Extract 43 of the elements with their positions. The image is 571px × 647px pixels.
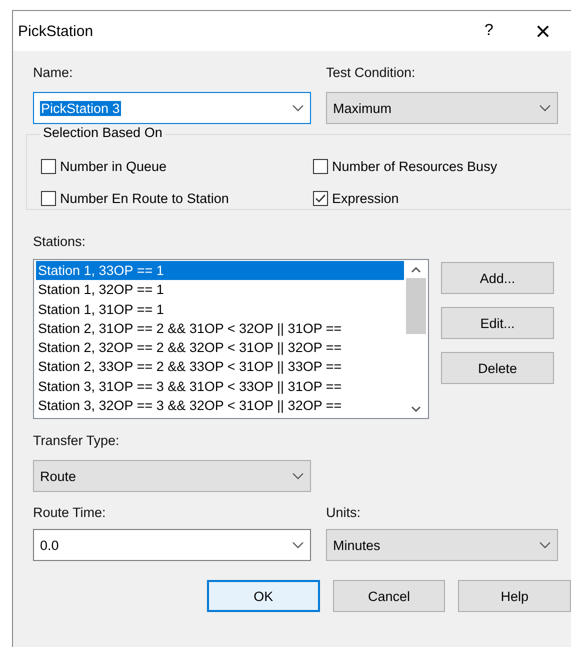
checkbox[interactable]: Expression (313, 187, 571, 209)
test-condition-dropdown[interactable]: Maximum (326, 92, 558, 124)
chevron-down-icon (292, 541, 304, 549)
scroll-up-icon[interactable] (411, 266, 421, 272)
checkbox[interactable]: Number En Route to Station (41, 187, 313, 209)
list-action-button[interactable]: Delete (441, 352, 554, 384)
field-label: Name: (33, 65, 74, 80)
dialog-button[interactable]: OK (207, 580, 320, 612)
chevron-down-icon (292, 472, 304, 480)
route-time-combo[interactable]: 0.0 (33, 529, 311, 561)
scroll-thumb[interactable] (406, 278, 426, 334)
list-item[interactable]: Station 2, 32OP == 2 && 32OP < 31OP || 32OP == (36, 338, 404, 358)
field-label: Test Condition: (326, 65, 416, 80)
dialog-button[interactable]: Cancel (332, 580, 446, 612)
help-button[interactable]: ? (463, 22, 515, 40)
checkbox[interactable]: Number of Resources Busy (313, 155, 571, 177)
check-icon (315, 194, 326, 202)
list-item[interactable]: Station 3, 31OP == 3 && 31OP < 33OP || 31OP == (36, 376, 404, 396)
field-label: Units: (326, 505, 362, 520)
list-action-button[interactable]: Add... (441, 262, 554, 294)
field-label: Transfer Type: (33, 433, 120, 448)
group-title: Selection Based On (40, 125, 166, 140)
chevron-down-icon (539, 104, 551, 112)
stations-list[interactable] (33, 259, 429, 419)
transfer-type-dropdown[interactable]: Route (33, 460, 311, 492)
list-action-button[interactable]: Edit... (441, 307, 554, 339)
list-item[interactable]: Station 3, 32OP == 3 && 32OP < 31OP || 32OP == (36, 396, 404, 416)
list-item[interactable]: Station 1, 33OP == 1 (36, 261, 404, 280)
dialog-button[interactable]: Help (458, 580, 571, 612)
units-dropdown[interactable]: Minutes (326, 529, 558, 561)
field-label: Route Time: (33, 505, 107, 520)
name-combo[interactable]: PickStation 3 (33, 92, 311, 124)
field-label: Stations: (33, 234, 87, 249)
chevron-down-icon (539, 541, 551, 549)
list-item[interactable]: Station 1, 32OP == 1 (36, 280, 404, 300)
window-title: PickStation (18, 22, 94, 40)
list-item[interactable]: Station 2, 31OP == 2 && 31OP < 32OP || 31OP == (36, 318, 404, 338)
list-item[interactable]: Station 2, 33OP == 2 && 33OP < 31OP || 33OP == (36, 357, 404, 377)
list-item[interactable]: Station 1, 31OP == 1 (36, 300, 404, 319)
scroll-down-icon[interactable] (411, 406, 421, 412)
chevron-down-icon (292, 104, 304, 112)
checkbox[interactable]: Number in Queue (41, 155, 313, 177)
close-button[interactable]: × (515, 16, 571, 46)
